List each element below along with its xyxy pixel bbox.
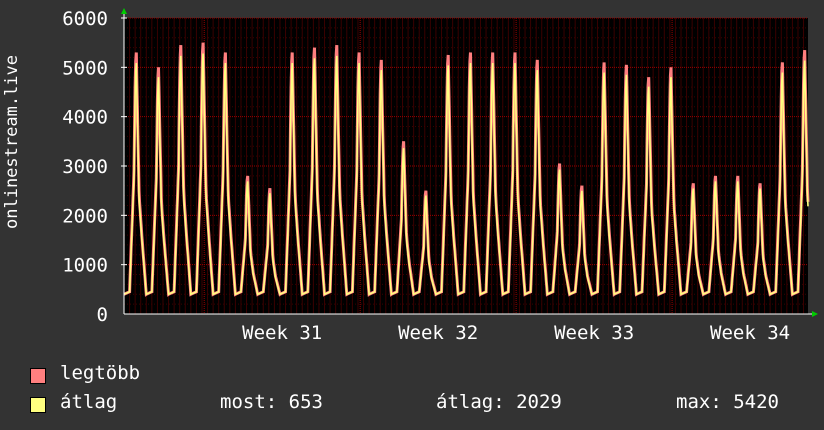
y-tick-labels: 0 1000 2000 3000 4000 5000 6000	[62, 8, 108, 326]
legend-label-max: legtöbb	[60, 362, 141, 384]
y-tick-label: 1000	[62, 255, 108, 277]
y-tick-label: 2000	[62, 205, 108, 227]
y-tick-label: 4000	[62, 107, 108, 129]
y-axis-label-text: onlinestream.live	[2, 55, 22, 229]
y-tick-label: 5000	[62, 57, 108, 79]
y-tick-label: 3000	[62, 156, 108, 178]
x-tick-label: Week 34	[710, 322, 790, 344]
x-tick-labels: Week 31 Week 32 Week 33 Week 34	[242, 322, 790, 344]
legend-swatch-max	[30, 368, 46, 384]
x-tick-label: Week 32	[398, 322, 478, 344]
y-tick-label: 0	[97, 304, 108, 326]
stat-max: max: 5420	[676, 391, 779, 413]
stat-now: most: 653	[220, 391, 323, 413]
x-axis-arrow	[812, 311, 818, 317]
x-tick-label: Week 31	[242, 322, 322, 344]
y-axis-arrow	[121, 8, 127, 14]
y-tick-label: 6000	[62, 8, 108, 30]
stat-avg: átlag: 2029	[436, 391, 562, 413]
legend-label-avg: átlag	[60, 391, 118, 413]
x-tick-label: Week 33	[554, 322, 634, 344]
legend-swatch-avg	[30, 397, 46, 413]
y-axis-label: onlinestream.live	[0, 0, 30, 280]
